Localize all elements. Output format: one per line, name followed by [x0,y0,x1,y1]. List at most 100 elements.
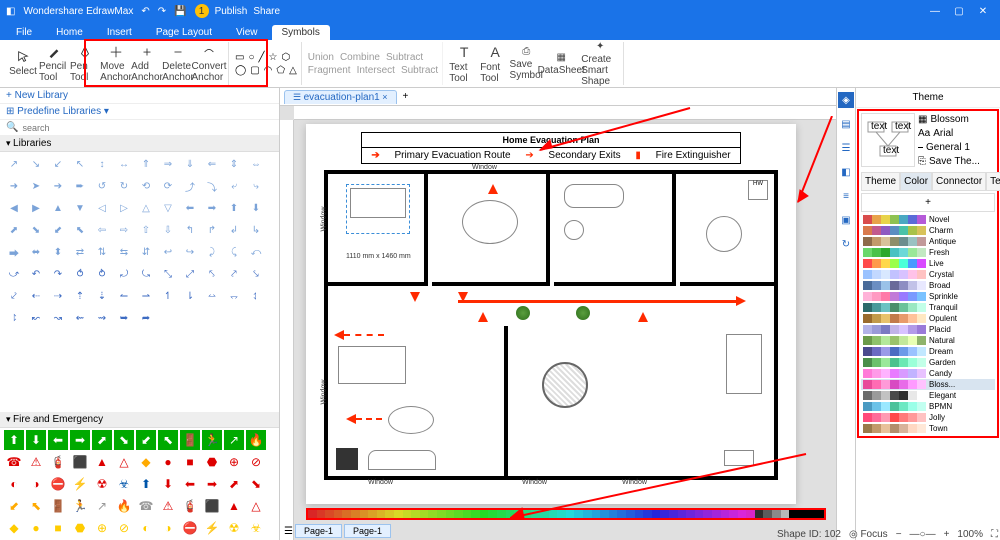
theme-swatch-row[interactable]: Candy [861,368,995,379]
rt-props-icon[interactable]: ☰ [838,140,854,156]
arrow-shape[interactable]: ↔ [114,154,134,174]
themetab-color[interactable]: Color [900,172,932,191]
menu-file[interactable]: File [6,25,42,40]
fire-symbol[interactable]: ⬛ [202,496,222,516]
fire-symbol[interactable]: ⬅ [180,474,200,494]
theme-swatch-row[interactable]: Jolly [861,412,995,423]
theme-opt-blossom[interactable]: ▦Blossom [917,113,995,126]
fire-symbol[interactable]: ⬊ [246,474,266,494]
fire-symbol[interactable]: ⚡ [70,474,90,494]
rt-layers-icon[interactable]: ▤ [838,116,854,132]
fire-symbol[interactable]: ☣ [246,518,266,538]
arrow-shape[interactable]: ⤣ [202,264,222,284]
arrow-shape[interactable]: ⇵ [136,242,156,262]
convert-anchor[interactable]: Convert Anchor [194,43,224,85]
shape-poly-icon[interactable]: ⬠ [276,65,285,76]
arrow-shape[interactable]: ⬉ [70,220,90,240]
arrow-shape[interactable]: ⇨ [114,220,134,240]
arrow-shape[interactable]: ↗ [4,154,24,174]
arrow-shape[interactable]: ➜ [4,176,24,196]
fire-symbol[interactable]: ⚠ [158,496,178,516]
fire-symbol[interactable]: ⬇ [26,430,46,450]
font-tool[interactable]: AFont Tool [480,43,510,85]
arrow-shape[interactable]: ⇀ [136,286,156,306]
arrow-shape[interactable]: ↙ [48,154,68,174]
fire-symbol[interactable]: 🧯 [180,496,200,516]
rt-image-icon[interactable]: ▣ [838,212,854,228]
fire-symbol[interactable]: ⊕ [224,452,244,472]
fire-symbol[interactable]: ▲ [92,452,112,472]
arrow-shape[interactable]: ⇑ [136,154,156,174]
themetab-text[interactable]: Text [986,172,1000,191]
arrow-shape[interactable]: ↻ [114,176,134,196]
theme-swatch-row[interactable]: Opulent [861,313,995,324]
arrow-shape[interactable]: ➡ [202,198,222,218]
arrow-shape[interactable]: ⤴ [180,176,200,196]
theme-swatch-row[interactable]: Charm [861,225,995,236]
arrow-shape[interactable]: ↰ [180,220,200,240]
arrow-shape[interactable]: ⤿ [136,264,156,284]
arrow-shape[interactable]: ⤵ [202,176,222,196]
fire-symbol[interactable]: ☎ [4,452,24,472]
fire-symbol[interactable]: ⬋ [4,496,24,516]
arrow-shape[interactable]: ⬌ [26,242,46,262]
fire-symbol[interactable]: 🚪 [180,430,200,450]
arrow-shape[interactable]: ⬍ [48,242,68,262]
color-palette-bar[interactable] [306,508,826,520]
arrow-shape[interactable]: ⬈ [4,220,24,240]
intersect-btn[interactable]: Intersect [357,65,395,76]
select-tool[interactable]: Select [8,43,38,85]
arrow-shape[interactable]: ➥ [114,308,134,328]
fire-symbol[interactable]: ◑ [158,518,178,538]
fire-symbol[interactable]: ➡ [202,474,222,494]
theme-swatch-row[interactable]: Elegant [861,390,995,401]
themetab-connector[interactable]: Connector [932,172,986,191]
arrow-shape[interactable]: ▲ [48,198,68,218]
arrow-shape[interactable]: ⥁ [92,264,112,284]
arrow-shape[interactable]: ↶ [26,264,46,284]
fire-symbol[interactable]: ⬣ [202,452,222,472]
arrow-shape[interactable]: ↖ [70,154,90,174]
arrow-shape[interactable]: ⤢ [180,264,200,284]
arrow-shape[interactable]: ↘ [26,154,46,174]
fit-icon[interactable]: ⛶ [991,529,998,540]
fire-symbol[interactable]: △ [114,452,134,472]
arrow-shape[interactable]: ▷ [114,198,134,218]
fire-symbol[interactable]: ☎ [136,496,156,516]
shape-tri-icon[interactable]: △ [289,65,297,76]
fire-symbol[interactable]: 🚪 [48,496,68,516]
arrow-shape[interactable]: ➦ [136,308,156,328]
user-badge[interactable]: 1 [195,4,209,18]
arrow-shape[interactable]: ⇔ [246,154,266,174]
theme-swatch-row[interactable]: Dream [861,346,995,357]
arrow-shape[interactable]: ⥎ [202,286,222,306]
theme-swatch-row[interactable]: Fresh [861,247,995,258]
arrow-shape[interactable]: ⇆ [114,242,134,262]
arrow-shape[interactable]: ⤶ [224,176,244,196]
themetab-theme[interactable]: Theme [861,172,900,191]
shape-line-icon[interactable]: ╱ [259,52,265,63]
menu-home[interactable]: Home [46,25,93,40]
theme-swatch-row[interactable]: Novel [861,214,995,225]
fire-symbol[interactable]: ➡ [70,430,90,450]
fire-symbol[interactable]: ⛔ [48,474,68,494]
theme-opt-save[interactable]: ⎘Save The... [917,155,995,168]
fire-symbol[interactable]: ⊘ [114,518,134,538]
share-btn[interactable]: Share [253,6,280,17]
arrow-shape[interactable]: ⇣ [92,286,112,306]
arrow-shape[interactable]: ⤷ [246,176,266,196]
qat-redo[interactable]: ↷ [158,6,166,17]
combine-btn[interactable]: Combine [340,52,380,63]
arrow-shape[interactable]: ⬊ [26,220,46,240]
arrow-shape[interactable]: ⬆ [224,198,244,218]
fire-symbol[interactable]: ⬈ [224,474,244,494]
arrow-shape[interactable]: ⤺ [246,242,266,262]
text-tool[interactable]: TText Tool [449,43,479,85]
arrow-shape[interactable]: ↪ [180,242,200,262]
fire-symbol[interactable]: ⬆ [136,474,156,494]
qat-save[interactable]: 💾 [174,6,186,17]
pencil-tool[interactable]: Pencil Tool [39,43,69,85]
arrow-shape[interactable]: ⥀ [70,264,90,284]
arrow-shape[interactable]: ⇓ [180,154,200,174]
zoom-in[interactable]: + [944,529,950,540]
